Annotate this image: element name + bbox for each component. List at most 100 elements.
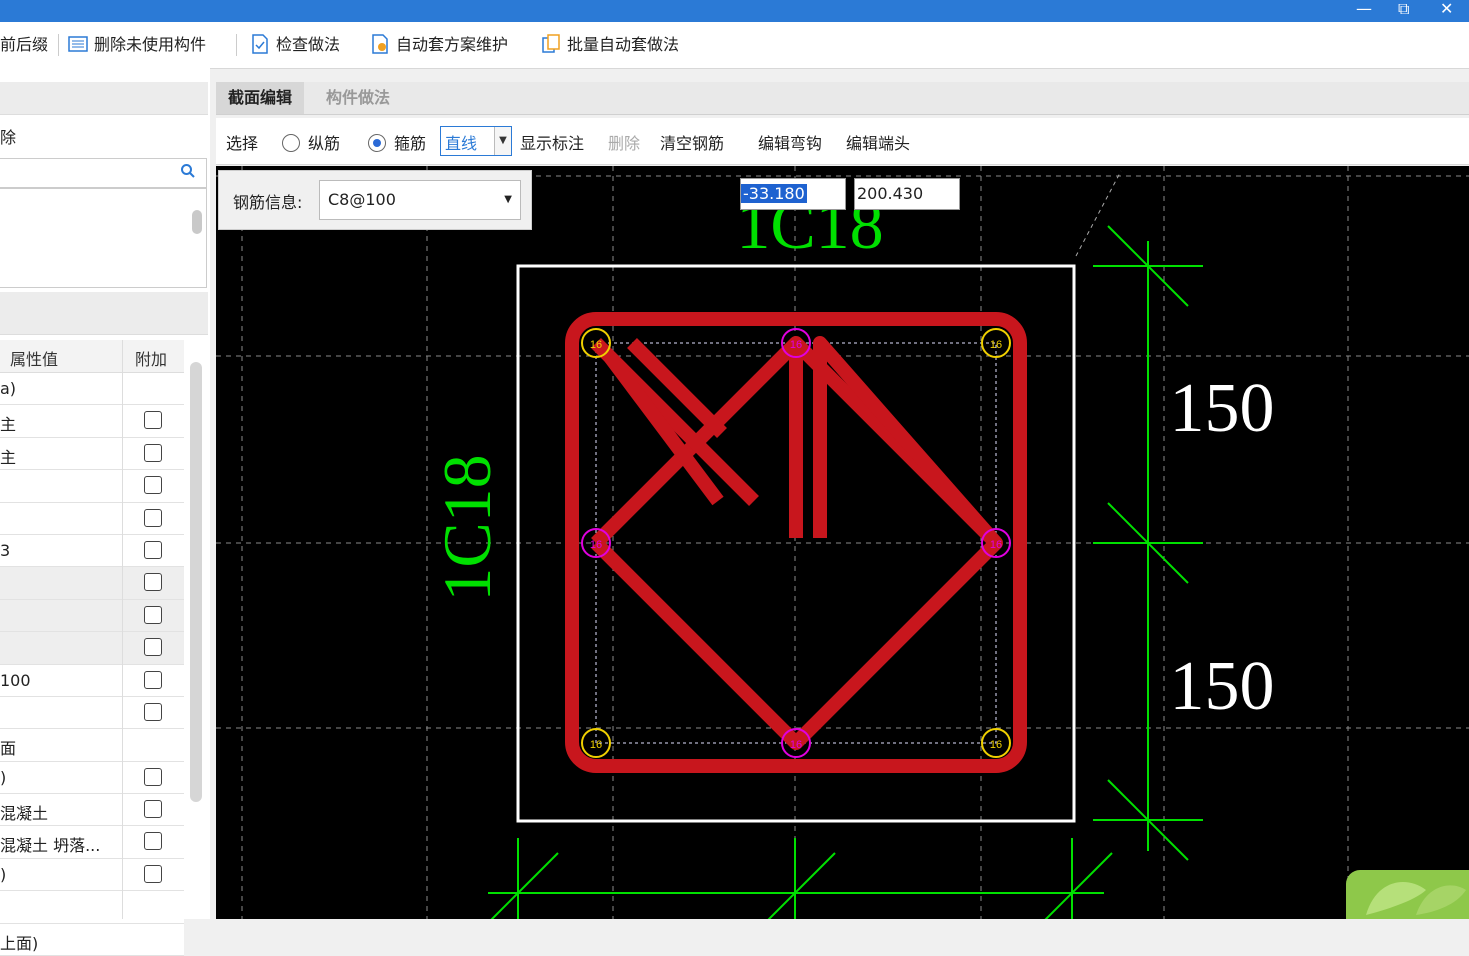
dimension-upper-label[interactable]: 150 <box>1170 370 1275 447</box>
delete-rebar-button[interactable]: 删除 <box>608 130 640 154</box>
delete-unused-button[interactable]: 删除未使用构件 <box>68 32 206 58</box>
property-row[interactable]: 主 <box>0 405 184 438</box>
property-row[interactable] <box>0 567 184 600</box>
column-divider <box>122 340 123 919</box>
properties-scrollbar[interactable] <box>190 362 202 802</box>
extra-checkbox[interactable] <box>144 443 162 462</box>
auto-scheme-button[interactable]: 自动套方案维护 <box>370 32 508 58</box>
main-toolbar: 前后缀 删除未使用构件 检查做法 自动套方案维护 批量自动套做法 <box>0 22 1469 69</box>
select-tool-button[interactable]: 选择 <box>226 130 258 154</box>
chevron-down-icon[interactable]: ▼ <box>494 127 511 155</box>
vertical-dimension[interactable] <box>1093 225 1203 861</box>
property-value: ) <box>0 767 7 787</box>
bar-size-label: 16 <box>590 539 602 551</box>
property-row[interactable]: 主 <box>0 437 184 471</box>
bar-size-label: 16 <box>590 339 602 351</box>
dimension-lower-label[interactable]: 150 <box>1170 648 1275 725</box>
tab-component-method[interactable]: 构件做法 <box>314 82 402 114</box>
auto-scheme-label: 自动套方案维护 <box>396 35 509 54</box>
restore-button[interactable]: ⧉ <box>1398 0 1409 20</box>
property-row[interactable]: ) <box>0 858 184 892</box>
batch-auto-label: 批量自动套做法 <box>567 35 680 54</box>
bar-size-label: 16 <box>790 739 802 751</box>
property-row[interactable] <box>0 502 184 535</box>
side-rebar-label[interactable]: 1C18 <box>429 454 505 601</box>
extra-checkbox[interactable] <box>144 411 162 430</box>
component-search-input[interactable] <box>0 158 207 188</box>
extra-checkbox[interactable] <box>144 540 162 559</box>
title-bar: — ⧉ ✕ <box>0 0 1469 22</box>
property-row[interactable] <box>0 599 184 633</box>
show-marks-button[interactable]: 显示标注 <box>520 130 584 154</box>
tie-stirrup[interactable] <box>813 336 1002 548</box>
property-row[interactable]: 3 <box>0 534 184 568</box>
extra-checkbox[interactable] <box>144 767 162 786</box>
minimize-button[interactable]: — <box>1356 0 1372 20</box>
longitudinal-rebar-radio[interactable]: 纵筋 <box>282 130 340 154</box>
property-value: 3 <box>0 540 11 560</box>
extra-checkbox[interactable] <box>144 670 162 689</box>
chevron-down-icon[interactable]: ▼ <box>504 190 512 210</box>
extra-checkbox[interactable] <box>144 832 162 851</box>
property-row[interactable]: a) <box>0 373 184 406</box>
rebar-info-panel: 钢筋信息: C8@100 ▼ <box>218 170 532 230</box>
property-row[interactable]: 上面) <box>0 923 184 956</box>
document-check-icon <box>250 34 270 54</box>
prefix-suffix-button[interactable]: 前后缀 <box>0 32 48 58</box>
component-list-scrollbar[interactable] <box>192 210 202 234</box>
property-row[interactable]: 100 <box>0 664 184 697</box>
property-row[interactable] <box>0 696 184 730</box>
check-method-label: 检查做法 <box>276 35 341 54</box>
coord-y-input[interactable]: 200.430 <box>854 178 960 210</box>
corner-bar[interactable]: 16 <box>981 728 1011 758</box>
search-icon[interactable] <box>180 163 196 183</box>
property-value-column-header: 属性值 <box>10 350 59 369</box>
section-edit-toolbar: 选择 纵筋 箍筋 直线 ▼ 显示标注 删除 清空钢筋 编辑弯钩 编辑端头 <box>216 118 1469 165</box>
extra-checkbox[interactable] <box>144 800 162 819</box>
extra-checkbox[interactable] <box>144 864 162 883</box>
close-button[interactable]: ✕ <box>1440 0 1453 20</box>
edit-hook-button[interactable]: 编辑弯钩 <box>758 130 822 154</box>
property-value: a) <box>0 379 17 398</box>
property-row[interactable]: 面 <box>0 729 184 762</box>
batch-auto-button[interactable]: 批量自动套做法 <box>541 32 679 58</box>
delete-component-button[interactable]: 除 <box>0 124 16 148</box>
bar-size-label: 16 <box>590 739 602 751</box>
extra-column-header: 附加 <box>135 350 168 369</box>
extra-checkbox[interactable] <box>144 508 162 527</box>
bar-size-label: 16 <box>990 539 1002 551</box>
section-drawing[interactable]: 16 16 16 16 16 16 16 16 1C18 1C18 150 15… <box>216 166 1469 919</box>
prefix-suffix-label: 前后缀 <box>0 35 49 54</box>
stirrup-radio[interactable]: 箍筋 <box>368 130 426 154</box>
extra-checkbox[interactable] <box>144 476 162 495</box>
coord-x-input[interactable]: -33.180 <box>740 178 846 210</box>
leader-line <box>1075 170 1122 257</box>
component-list[interactable] <box>0 188 207 288</box>
extra-checkbox[interactable] <box>144 638 162 657</box>
extra-checkbox[interactable] <box>144 605 162 624</box>
check-method-button[interactable]: 检查做法 <box>250 32 340 58</box>
editor-tabs: 截面编辑 构件做法 <box>216 82 1469 115</box>
property-row[interactable] <box>0 470 184 503</box>
property-row[interactable]: 混凝土 <box>0 794 184 827</box>
extra-checkbox[interactable] <box>144 702 162 721</box>
rebar-info-select[interactable]: C8@100 ▼ <box>319 180 521 220</box>
toolbar-divider <box>58 34 59 56</box>
property-row[interactable]: ) <box>0 761 184 795</box>
clear-rebar-button[interactable]: 清空钢筋 <box>660 130 724 154</box>
edit-end-button[interactable]: 编辑端头 <box>846 130 910 154</box>
tab-section-edit[interactable]: 截面编辑 <box>216 82 305 114</box>
property-row[interactable] <box>0 632 184 665</box>
toolbar-divider <box>236 34 237 56</box>
extra-checkbox[interactable] <box>144 573 162 592</box>
longitudinal-rebar-label: 纵筋 <box>308 134 341 153</box>
horizontal-dimension[interactable] <box>478 838 1113 919</box>
list-delete-icon <box>68 34 88 54</box>
floating-assistant-icon[interactable] <box>1346 870 1469 919</box>
line-type-select[interactable]: 直线 ▼ <box>440 126 512 156</box>
rebar-info-label: 钢筋信息: <box>233 193 303 212</box>
property-row[interactable]: 混凝土 坍落... <box>0 826 184 859</box>
section-canvas[interactable]: 16 16 16 16 16 16 16 16 1C18 1C18 150 15… <box>216 166 1469 919</box>
properties-table: 属性值 附加 a) 主主 3 100 面) 混凝土 混凝土 坍落...) 上面) <box>0 340 184 956</box>
stirrup-label: 箍筋 <box>394 134 427 153</box>
